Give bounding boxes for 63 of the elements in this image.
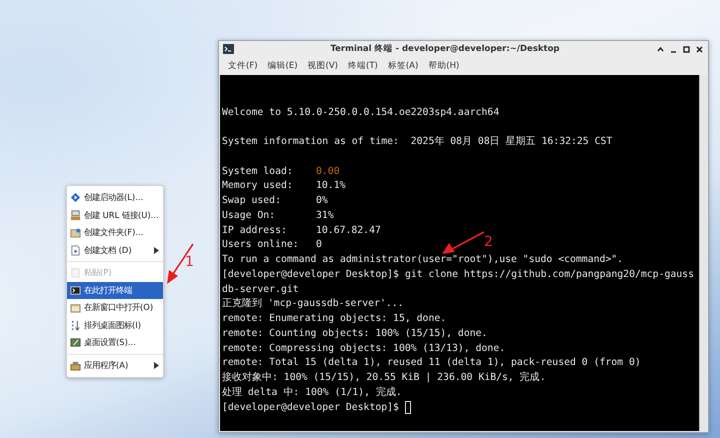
annotation-arrow	[165, 242, 195, 286]
document-icon	[70, 244, 81, 256]
submenu-arrow-icon	[154, 362, 159, 369]
terminal-line: db-server.git	[222, 282, 299, 296]
shell-prompt: [developer@developer Desktop]$	[222, 268, 399, 282]
terminal-value: 0.00	[316, 164, 340, 178]
terminal-line: Welcome to 5.10.0-250.0.0.154.oe2203sp4.aarch64	[222, 106, 500, 120]
menu-bar-item[interactable]: 编辑(E)	[262, 60, 303, 72]
terminal-line: To run a command as administrator(user="root"),use "sudo <command>".	[222, 253, 624, 267]
annotation-number: 1	[185, 254, 194, 270]
annotation-number: 2	[484, 234, 493, 250]
shell-prompt: [developer@developer Desktop]$	[222, 400, 399, 414]
terminal-line: remote: Counting objects: 100% (15/15), done.	[222, 326, 488, 341]
terminal-label: Memory used:	[222, 179, 294, 194]
menu-item[interactable]: 创建文件夹(F)...	[67, 224, 163, 242]
menu-item[interactable]: 创建文档 (D)	[67, 242, 163, 259]
terminal-label: System load:	[222, 164, 294, 178]
annotation-arrow	[440, 231, 486, 255]
terminal-label: Usage On:	[222, 208, 276, 223]
menu-bar-item[interactable]: 终端(T)	[343, 60, 383, 72]
terminal-value: 31%	[316, 208, 334, 223]
menu-item[interactable]: 应用程序(A)	[67, 356, 163, 374]
menu-item[interactable]: 桌面设置(S)...	[67, 334, 163, 352]
terminal-value: 0	[316, 238, 322, 252]
terminal-line: 接收对象中: 100% (15/15), 20.55 KiB | 236.00 KiB/s, 完成.	[222, 371, 546, 385]
maximize-icon[interactable]	[682, 44, 691, 54]
applications-icon	[70, 360, 81, 371]
terminal-command: git clone https://github.com/pangpang20/mcp-gauss	[404, 268, 694, 282]
scrollbar[interactable]	[699, 75, 707, 431]
terminal-line: System information as of time: 2025年 08月 08日 星期五 16:32:25 CST	[222, 135, 612, 149]
arrange-icon	[70, 320, 81, 331]
link-icon	[70, 210, 81, 221]
terminal-line: 正克隆到 'mcp-gaussdb-server'...	[222, 297, 404, 312]
menu-bar-item[interactable]: 标签(A)	[382, 60, 424, 72]
menu-bar-item[interactable]: 文件(F)	[223, 60, 263, 72]
menu-item[interactable]: 在此打开终端	[67, 282, 163, 299]
terminal-label: Users online:	[222, 238, 300, 252]
chevron-up-icon[interactable]	[656, 44, 665, 54]
close-icon[interactable]	[695, 44, 704, 54]
menu-item[interactable]: 在新窗口中打开(O)	[67, 299, 163, 316]
menu-item[interactable]: 排列桌面图标(I)	[67, 316, 163, 334]
window-title: Terminal 终端 - developer@developer:~/Desktop	[329, 43, 561, 55]
menu-item[interactable]: 创建 URL 链接(U)...	[67, 206, 163, 224]
terminal-line: remote: Total 15 (delta 1), reused 11 (delta 1), pack-reused 0 (from 0)	[222, 356, 641, 370]
terminal-value: 10.67.82.47	[316, 224, 381, 238]
menu-bar-item[interactable]: 帮助(H)	[423, 60, 464, 72]
menu-item[interactable]: 创建启动器(L)...	[67, 189, 163, 206]
terminal-icon	[70, 284, 81, 296]
folder-icon	[70, 227, 81, 238]
terminal-value: 0%	[316, 194, 328, 208]
terminal-value: 10.1%	[316, 179, 346, 194]
terminal-label: Swap used:	[222, 194, 282, 208]
launcher-icon	[70, 192, 81, 204]
terminal-icon	[223, 44, 234, 54]
clipboard-icon	[70, 267, 81, 278]
terminal-label: IP address:	[222, 224, 288, 238]
terminal-line: remote: Compressing objects: 100% (13/13), done.	[222, 342, 506, 356]
terminal-line: 处理 delta 中: 100% (1/1), 完成.	[222, 386, 402, 400]
menu-bar-item[interactable]: 视图(V)	[302, 60, 343, 72]
terminal-line: remote: Enumerating objects: 15, done.	[222, 312, 446, 326]
desktop-settings-icon	[70, 337, 81, 348]
submenu-arrow-icon	[154, 246, 159, 254]
folder-icon	[70, 302, 81, 314]
